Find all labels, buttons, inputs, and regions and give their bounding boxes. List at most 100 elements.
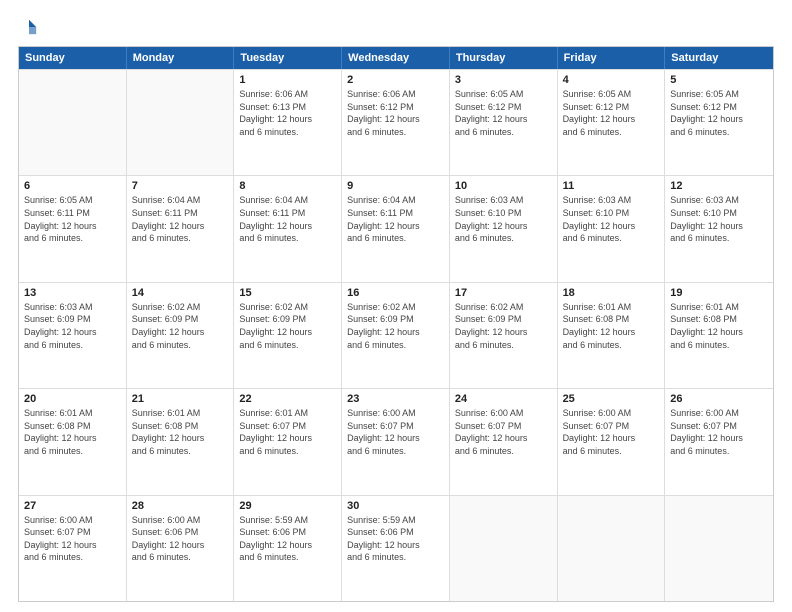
cell-info: Sunrise: 6:04 AM Sunset: 6:11 PM Dayligh… [347, 194, 444, 244]
day-number: 17 [455, 287, 552, 299]
cell-info: Sunrise: 6:05 AM Sunset: 6:12 PM Dayligh… [455, 88, 552, 138]
day-number: 30 [347, 500, 444, 512]
calendar-cell: 8Sunrise: 6:04 AM Sunset: 6:11 PM Daylig… [234, 176, 342, 281]
day-number: 24 [455, 393, 552, 405]
day-number: 10 [455, 180, 552, 192]
day-number: 12 [670, 180, 768, 192]
day-number: 1 [239, 74, 336, 86]
day-number: 18 [563, 287, 660, 299]
calendar-cell [558, 496, 666, 601]
calendar-cell [127, 70, 235, 175]
day-number: 11 [563, 180, 660, 192]
day-number: 5 [670, 74, 768, 86]
day-number: 21 [132, 393, 229, 405]
cell-info: Sunrise: 6:06 AM Sunset: 6:13 PM Dayligh… [239, 88, 336, 138]
calendar-header: SundayMondayTuesdayWednesdayThursdayFrid… [19, 47, 773, 69]
cell-info: Sunrise: 6:01 AM Sunset: 6:07 PM Dayligh… [239, 407, 336, 457]
day-number: 16 [347, 287, 444, 299]
calendar-cell: 18 Sunrise: 6:01 AM Sunset: 6:08 PM Dayli… [558, 283, 666, 388]
calendar: SundayMondayTuesdayWednesdayThursdayFrid… [18, 46, 774, 602]
calendar-row: 13 Sunrise: 6:03 AM Sunset: 6:09 PM Dayli… [19, 282, 773, 388]
calendar-day-label: Sunday [19, 47, 127, 69]
day-number: 13 [24, 287, 121, 299]
calendar-cell: 15Sunrise: 6:02 AM Sunset: 6:09 PM Dayli… [234, 283, 342, 388]
day-number: 7 [132, 180, 229, 192]
day-number: 3 [455, 74, 552, 86]
day-number: 26 [670, 393, 768, 405]
calendar-cell [665, 496, 773, 601]
calendar-cell: 1 Sunrise: 6:06 AM Sunset: 6:13 PM Daylig… [234, 70, 342, 175]
day-number: 25 [563, 393, 660, 405]
cell-info: Sunrise: 6:03 AM Sunset: 6:10 PM Dayligh… [455, 194, 552, 244]
calendar-row: 6 Sunrise: 6:05 AM Sunset: 6:11 PM Daylig… [19, 175, 773, 281]
day-number: 29 [239, 500, 336, 512]
day-number: 20 [24, 393, 121, 405]
calendar-cell [450, 496, 558, 601]
calendar-day-label: Friday [558, 47, 666, 69]
cell-info: Sunrise: 6:01 AM Sunset: 6:08 PM Dayligh… [563, 301, 660, 351]
calendar-body: 1 Sunrise: 6:06 AM Sunset: 6:13 PM Daylig… [19, 69, 773, 601]
cell-info: Sunrise: 6:02 AM Sunset: 6:09 PM Dayligh… [132, 301, 229, 351]
calendar-row: 27 Sunrise: 6:00 AM Sunset: 6:07 PM Dayli… [19, 495, 773, 601]
calendar-cell: 20Sunrise: 6:01 AM Sunset: 6:08 PM Dayli… [19, 389, 127, 494]
day-number: 14 [132, 287, 229, 299]
day-number: 23 [347, 393, 444, 405]
day-number: 22 [239, 393, 336, 405]
cell-info: Sunrise: 6:03 AM Sunset: 6:10 PM Dayligh… [670, 194, 768, 244]
cell-info: Sunrise: 6:06 AM Sunset: 6:12 PM Dayligh… [347, 88, 444, 138]
cell-info: Sunrise: 6:05 AM Sunset: 6:11 PM Dayligh… [24, 194, 121, 244]
calendar-cell: 23 Sunrise: 6:00 AM Sunset: 6:07 PM Dayli… [342, 389, 450, 494]
day-number: 8 [239, 180, 336, 192]
cell-info: Sunrise: 6:02 AM Sunset: 6:09 PM Dayligh… [455, 301, 552, 351]
cell-info: Sunrise: 6:01 AM Sunset: 6:08 PM Dayligh… [132, 407, 229, 457]
calendar-day-label: Monday [127, 47, 235, 69]
calendar-cell: 26 Sunrise: 6:00 AM Sunset: 6:07 PM Dayli… [665, 389, 773, 494]
cell-info: Sunrise: 6:05 AM Sunset: 6:12 PM Dayligh… [563, 88, 660, 138]
day-number: 9 [347, 180, 444, 192]
day-number: 4 [563, 74, 660, 86]
calendar-cell: 7Sunrise: 6:04 AM Sunset: 6:11 PM Daylig… [127, 176, 235, 281]
day-number: 6 [24, 180, 121, 192]
day-number: 2 [347, 74, 444, 86]
calendar-cell: 9 Sunrise: 6:04 AM Sunset: 6:11 PM Daylig… [342, 176, 450, 281]
header [18, 18, 774, 36]
calendar-cell: 4 Sunrise: 6:05 AM Sunset: 6:12 PM Daylig… [558, 70, 666, 175]
cell-info: Sunrise: 5:59 AM Sunset: 6:06 PM Dayligh… [347, 514, 444, 564]
cell-info: Sunrise: 6:03 AM Sunset: 6:09 PM Dayligh… [24, 301, 121, 351]
cell-info: Sunrise: 6:02 AM Sunset: 6:09 PM Dayligh… [347, 301, 444, 351]
calendar-day-label: Thursday [450, 47, 558, 69]
calendar-cell: 27 Sunrise: 6:00 AM Sunset: 6:07 PM Dayli… [19, 496, 127, 601]
calendar-day-label: Tuesday [234, 47, 342, 69]
day-number: 28 [132, 500, 229, 512]
calendar-cell: 2 Sunrise: 6:06 AM Sunset: 6:12 PM Daylig… [342, 70, 450, 175]
cell-info: Sunrise: 6:03 AM Sunset: 6:10 PM Dayligh… [563, 194, 660, 244]
cell-info: Sunrise: 6:00 AM Sunset: 6:07 PM Dayligh… [455, 407, 552, 457]
cell-info: Sunrise: 6:00 AM Sunset: 6:07 PM Dayligh… [347, 407, 444, 457]
calendar-cell: 3 Sunrise: 6:05 AM Sunset: 6:12 PM Daylig… [450, 70, 558, 175]
calendar-cell: 28 Sunrise: 6:00 AM Sunset: 6:06 PM Dayli… [127, 496, 235, 601]
cell-info: Sunrise: 6:00 AM Sunset: 6:07 PM Dayligh… [563, 407, 660, 457]
day-number: 27 [24, 500, 121, 512]
day-number: 19 [670, 287, 768, 299]
calendar-cell: 25 Sunrise: 6:00 AM Sunset: 6:07 PM Dayli… [558, 389, 666, 494]
calendar-cell: 6 Sunrise: 6:05 AM Sunset: 6:11 PM Daylig… [19, 176, 127, 281]
cell-info: Sunrise: 6:00 AM Sunset: 6:07 PM Dayligh… [670, 407, 768, 457]
calendar-cell: 19 Sunrise: 6:01 AM Sunset: 6:08 PM Dayli… [665, 283, 773, 388]
calendar-row: 1 Sunrise: 6:06 AM Sunset: 6:13 PM Daylig… [19, 69, 773, 175]
calendar-cell [19, 70, 127, 175]
cell-info: Sunrise: 6:01 AM Sunset: 6:08 PM Dayligh… [670, 301, 768, 351]
calendar-cell: 5Sunrise: 6:05 AM Sunset: 6:12 PM Daylig… [665, 70, 773, 175]
calendar-cell: 29Sunrise: 5:59 AM Sunset: 6:06 PM Dayli… [234, 496, 342, 601]
calendar-cell: 17 Sunrise: 6:02 AM Sunset: 6:09 PM Dayli… [450, 283, 558, 388]
calendar-cell: 24 Sunrise: 6:00 AM Sunset: 6:07 PM Dayli… [450, 389, 558, 494]
calendar-cell: 14 Sunrise: 6:02 AM Sunset: 6:09 PM Dayli… [127, 283, 235, 388]
cell-info: Sunrise: 6:00 AM Sunset: 6:06 PM Dayligh… [132, 514, 229, 564]
cell-info: Sunrise: 6:00 AM Sunset: 6:07 PM Dayligh… [24, 514, 121, 564]
calendar-row: 20 Sunrise: 6:01 AM Sunset: 6:08 PM Dayli… [19, 388, 773, 494]
calendar-day-label: Saturday [665, 47, 773, 69]
calendar-cell: 30 Sunrise: 5:59 AM Sunset: 6:06 PM Dayli… [342, 496, 450, 601]
calendar-cell: 21 Sunrise: 6:01 AM Sunset: 6:08 PM Dayli… [127, 389, 235, 494]
calendar-cell: 13 Sunrise: 6:03 AM Sunset: 6:09 PM Dayli… [19, 283, 127, 388]
day-number: 15 [239, 287, 336, 299]
calendar-cell: 12 Sunrise: 6:03 AM Sunset: 6:10 PM Dayli… [665, 176, 773, 281]
